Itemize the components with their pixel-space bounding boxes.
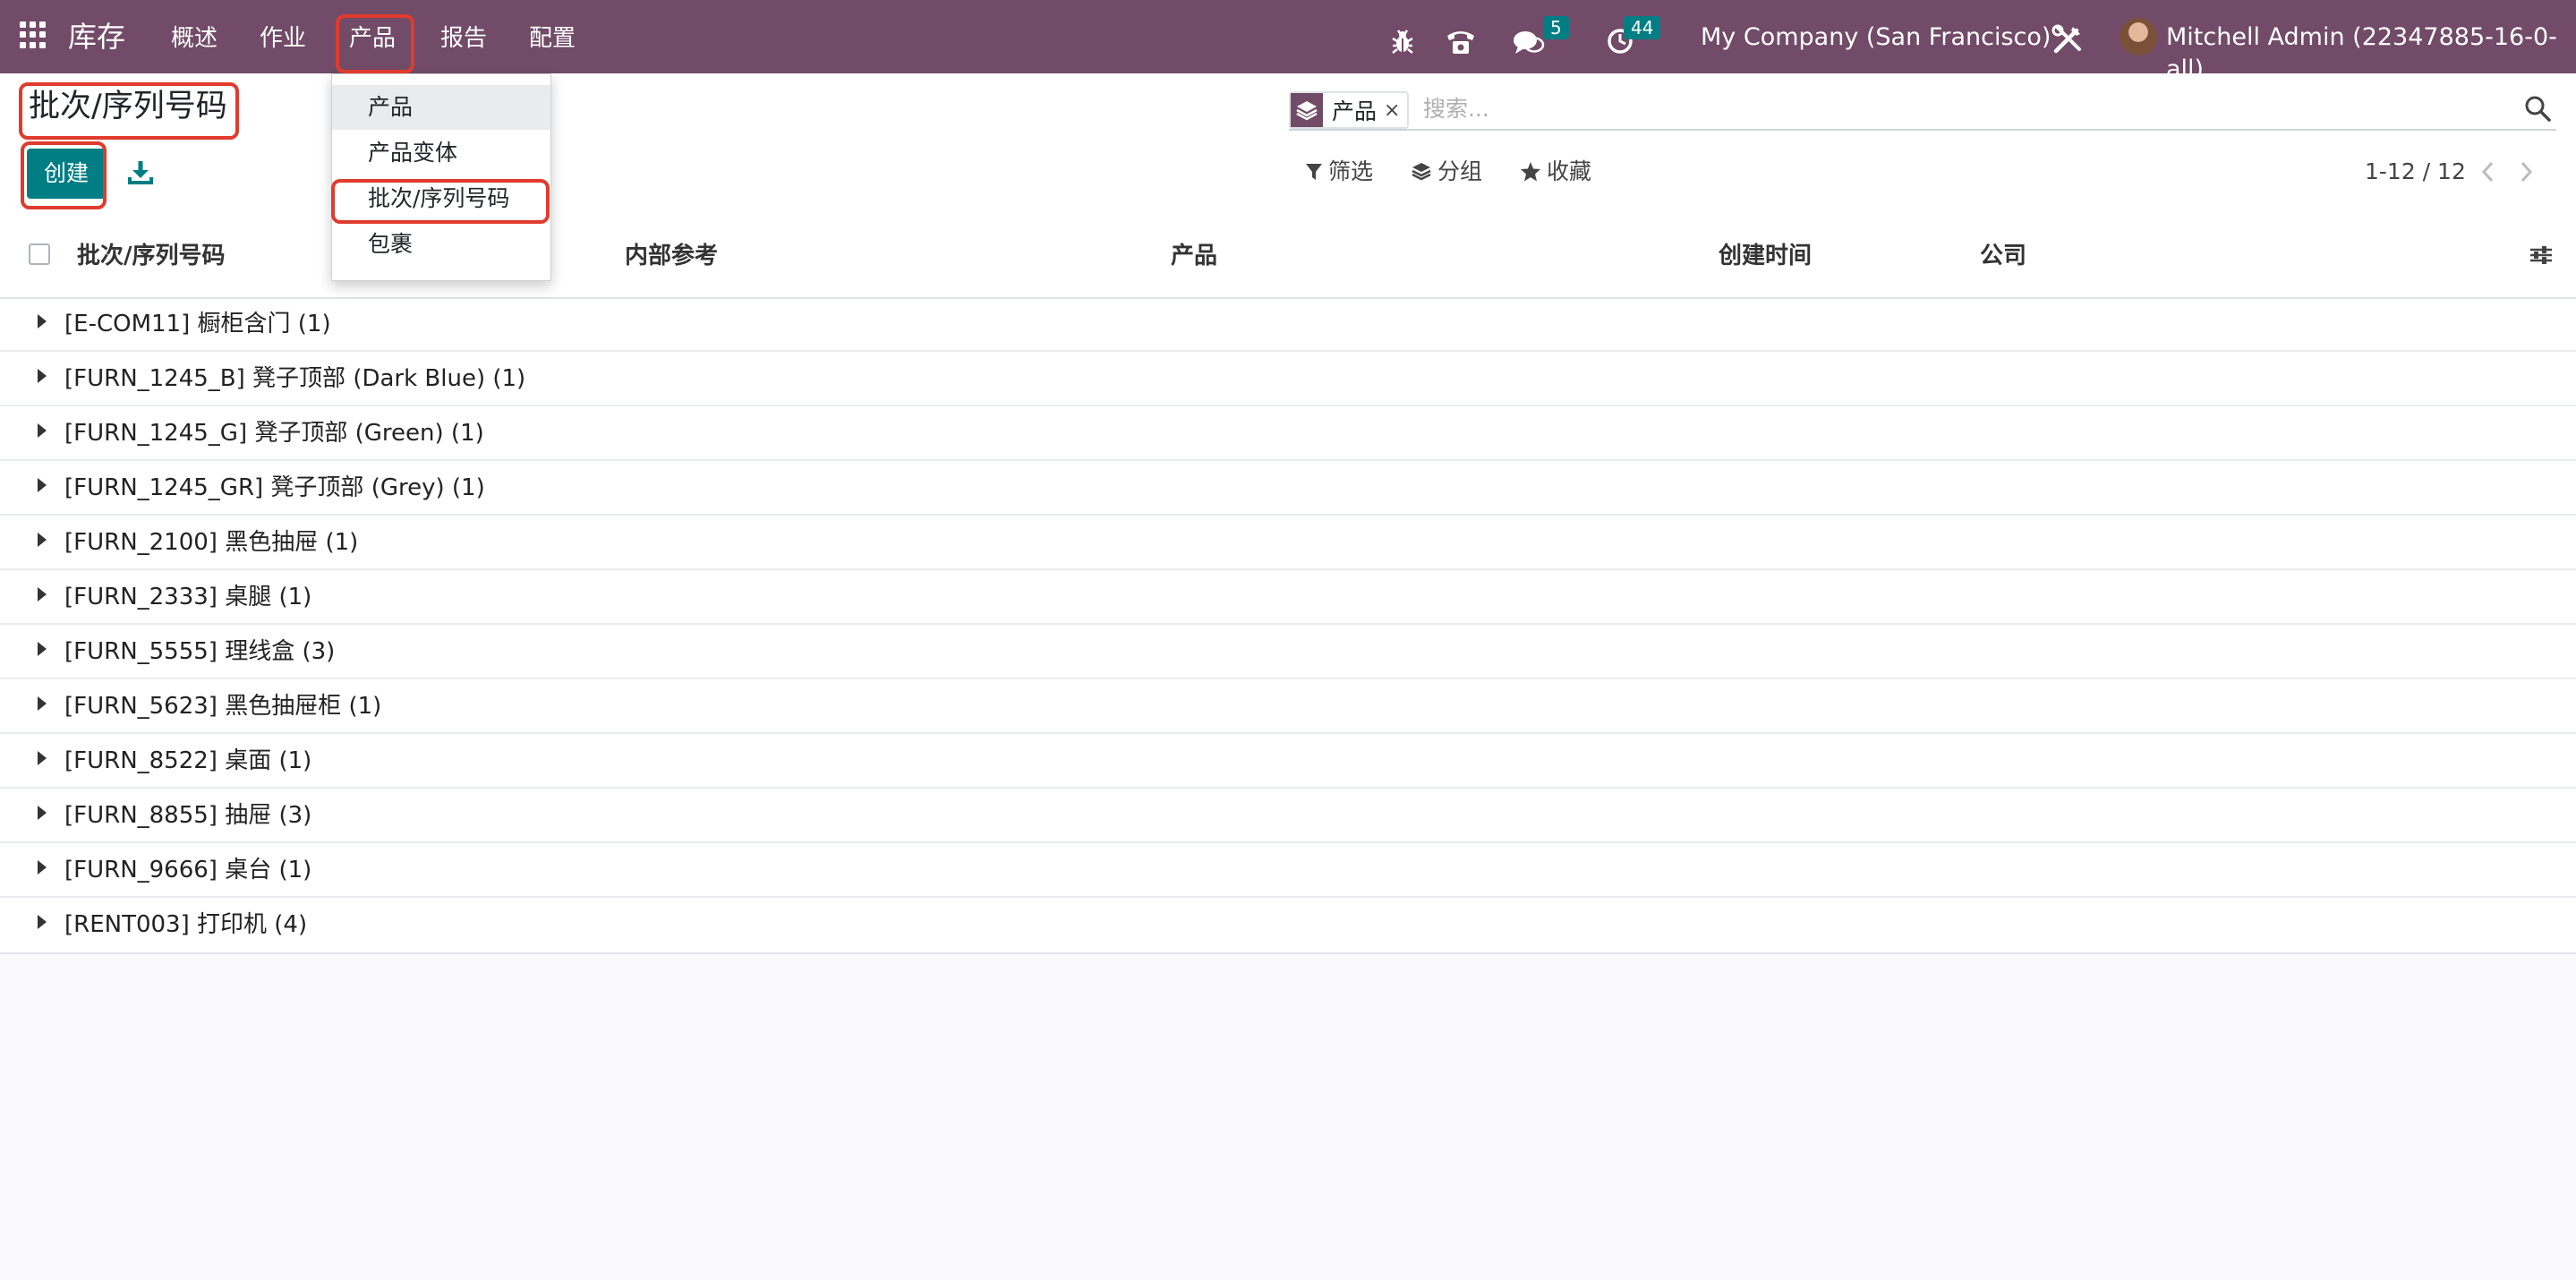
group-row[interactable]: [FURN_1245_B] 凳子顶部 (Dark Blue) (1) xyxy=(0,352,2576,406)
group-row[interactable]: [FURN_9666] 桌台 (1) xyxy=(0,843,2576,898)
phone-icon[interactable] xyxy=(1445,23,1477,59)
caret-right-icon xyxy=(38,423,47,438)
group-row[interactable]: [FURN_8855] 抽屉 (3) xyxy=(0,789,2576,843)
select-all-checkbox[interactable] xyxy=(29,243,50,265)
company-switcher[interactable]: My Company (San Francisco) xyxy=(1701,21,2051,54)
products-dropdown-menu: 产品 产品变体 批次/序列号码 包裹 xyxy=(331,73,551,281)
group-row[interactable]: [RENT003] 打印机 (4) xyxy=(0,898,2576,952)
group-label: [FURN_8522] 桌面 (1) xyxy=(64,747,312,774)
groupby-label: 分组 xyxy=(1437,158,1483,184)
group-label: [FURN_2333] 桌腿 (1) xyxy=(64,584,312,610)
top-navbar: 库存 概述 作业 产品 报告 配置 5 44 My Company (San F… xyxy=(0,0,2576,83)
column-created-on[interactable]: 创建时间 xyxy=(1719,240,1812,272)
search-bar: 产品 × xyxy=(1289,88,2556,131)
menu-reporting[interactable]: 报告 xyxy=(440,23,487,54)
optional-columns-icon[interactable] xyxy=(2528,242,2555,269)
group-row[interactable]: [FURN_8522] 桌面 (1) xyxy=(0,734,2576,789)
group-row[interactable]: [FURN_1245_GR] 凳子顶部 (Grey) (1) xyxy=(0,461,2576,516)
group-label: [FURN_2100] 黑色抽屉 (1) xyxy=(64,529,359,556)
group-label: [RENT003] 打印机 (4) xyxy=(64,911,308,938)
app-grid-icon[interactable] xyxy=(20,21,47,48)
facet-remove-icon[interactable]: × xyxy=(1384,99,1407,122)
menu-configuration[interactable]: 配置 xyxy=(529,23,576,54)
search-icon[interactable] xyxy=(2522,93,2553,124)
caret-right-icon xyxy=(38,806,47,820)
filter-label: 筛选 xyxy=(1328,158,1374,184)
layers-icon xyxy=(1291,93,1323,127)
filter-icon xyxy=(1306,164,1322,180)
group-label: [FURN_5623] 黑色抽屉柜 (1) xyxy=(64,693,382,720)
chevron-left-icon[interactable] xyxy=(2476,158,2501,186)
column-lot-serial[interactable]: 批次/序列号码 xyxy=(77,240,226,272)
activities-badge: 44 xyxy=(1624,16,1661,39)
messages-badge: 5 xyxy=(1543,16,1569,39)
caret-right-icon xyxy=(38,696,47,711)
caret-right-icon xyxy=(38,751,47,765)
page-title: 批次/序列号码 xyxy=(29,89,227,124)
pager-value[interactable]: 1-12 / 12 xyxy=(2365,156,2466,188)
bug-icon[interactable] xyxy=(1390,23,1415,59)
app-name[interactable]: 库存 xyxy=(68,18,125,55)
menu-products[interactable]: 产品 xyxy=(349,23,396,54)
group-row[interactable]: [FURN_2100] 黑色抽屉 (1) xyxy=(0,516,2576,570)
facet-value: 产品 xyxy=(1332,98,1378,124)
star-icon xyxy=(1521,162,1540,182)
favorites-label: 收藏 xyxy=(1547,158,1592,184)
tools-icon[interactable] xyxy=(2051,21,2084,57)
group-label: [FURN_1245_B] 凳子顶部 (Dark Blue) (1) xyxy=(64,365,526,392)
groupby-button[interactable]: 分组 xyxy=(1411,156,1482,188)
search-input[interactable] xyxy=(1421,90,2454,127)
caret-right-icon xyxy=(38,642,47,656)
chat-icon[interactable] xyxy=(1513,25,1545,61)
chevron-right-icon[interactable] xyxy=(2513,158,2538,186)
group-row[interactable]: [FURN_2333] 桌腿 (1) xyxy=(0,570,2576,625)
dropdown-item-lots-serials[interactable]: 批次/序列号码 xyxy=(332,176,550,221)
caret-right-icon xyxy=(38,587,47,602)
search-facet: 产品 × xyxy=(1289,91,1410,129)
column-internal-ref[interactable]: 内部参考 xyxy=(625,240,718,272)
download-icon[interactable] xyxy=(127,154,154,190)
filter-button[interactable]: 筛选 xyxy=(1305,156,1373,188)
list-view: 批次/序列号码 内部参考 产品 创建时间 公司 [E-COM11] 橱柜含门 (… xyxy=(0,213,2576,954)
menu-operations[interactable]: 作业 xyxy=(260,23,306,54)
dropdown-item-product-variants[interactable]: 产品变体 xyxy=(332,131,550,175)
group-label: [FURN_5555] 理线盒 (3) xyxy=(64,638,336,665)
group-row[interactable]: [FURN_5555] 理线盒 (3) xyxy=(0,625,2576,679)
group-row[interactable]: [FURN_5623] 黑色抽屉柜 (1) xyxy=(0,679,2576,734)
group-label: [FURN_1245_G] 凳子顶部 (Green) (1) xyxy=(64,420,484,447)
menu-overview[interactable]: 概述 xyxy=(171,23,218,54)
column-company[interactable]: 公司 xyxy=(1980,240,2026,272)
column-product[interactable]: 产品 xyxy=(1171,240,1217,272)
caret-right-icon xyxy=(38,314,47,329)
caret-right-icon xyxy=(38,369,47,383)
group-label: [E-COM11] 橱柜含门 (1) xyxy=(64,311,331,337)
layers-icon xyxy=(1412,163,1431,181)
group-row[interactable]: [FURN_1245_G] 凳子顶部 (Green) (1) xyxy=(0,406,2576,461)
caret-right-icon xyxy=(38,478,47,492)
group-label: [FURN_9666] 桌台 (1) xyxy=(64,857,312,883)
user-avatar[interactable] xyxy=(2120,18,2157,55)
group-label: [FURN_1245_GR] 凳子顶部 (Grey) (1) xyxy=(64,474,485,501)
group-label: [FURN_8855] 抽屉 (3) xyxy=(64,802,312,829)
caret-right-icon xyxy=(38,533,47,547)
create-button[interactable]: 创建 xyxy=(27,149,106,199)
dropdown-item-packages[interactable]: 包裹 xyxy=(332,222,550,267)
caret-right-icon xyxy=(38,860,47,875)
group-row[interactable]: [E-COM11] 橱柜含门 (1) xyxy=(0,297,2576,352)
caret-right-icon xyxy=(38,915,47,929)
dropdown-item-products[interactable]: 产品 xyxy=(332,85,550,130)
favorites-button[interactable]: 收藏 xyxy=(1520,156,1591,188)
